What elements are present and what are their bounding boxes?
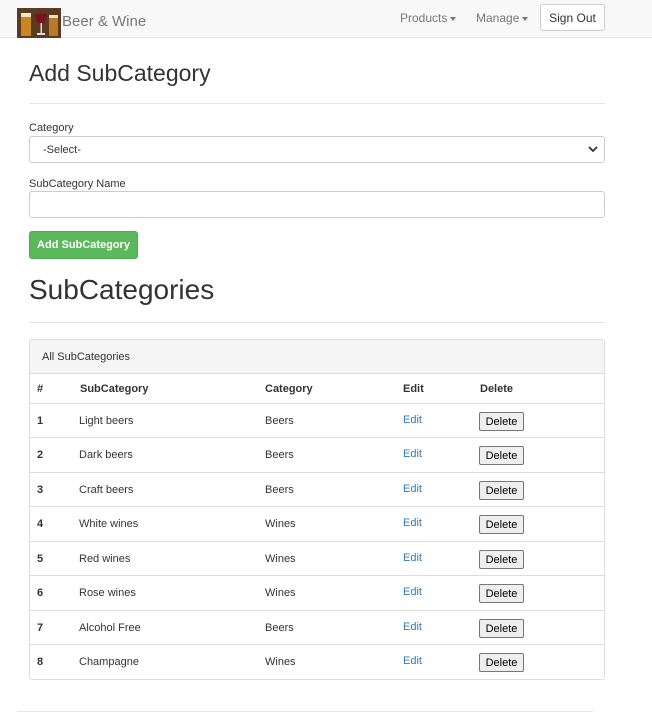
brand-name[interactable]: Beer & Wine: [62, 13, 146, 30]
subcategory-name-input[interactable]: [29, 191, 605, 218]
row-subcategory: Dark beers: [79, 449, 133, 461]
column-header-edit: Edit: [403, 383, 424, 395]
row-number: 3: [37, 484, 44, 496]
delete-button[interactable]: Delete: [479, 619, 524, 638]
delete-button[interactable]: Delete: [479, 653, 524, 672]
table-row: 2 Dark beers Beers Edit Delete: [30, 437, 604, 471]
caret-down-icon: [450, 16, 457, 21]
row-number: 7: [37, 622, 44, 634]
row-number: 6: [37, 587, 44, 599]
row-category: Beers: [265, 449, 294, 461]
nav-manage-dropdown[interactable]: Manage: [476, 11, 529, 25]
row-subcategory: Craft beers: [79, 484, 134, 496]
table-row: 8 Champagne Wines Edit Delete: [30, 644, 604, 678]
row-category: Wines: [265, 587, 296, 599]
row-category: Beers: [265, 415, 294, 427]
row-number: 1: [37, 415, 44, 427]
nav-products-label: Products: [400, 11, 448, 25]
row-subcategory: White wines: [79, 518, 139, 530]
subcategory-name-label: SubCategory Name: [29, 178, 126, 190]
table-row: 4 White wines Wines Edit Delete: [30, 506, 604, 540]
edit-link[interactable]: Edit: [403, 552, 422, 564]
nav-manage-label: Manage: [476, 11, 520, 25]
delete-button[interactable]: Delete: [479, 412, 524, 431]
edit-link[interactable]: Edit: [403, 517, 422, 529]
edit-link[interactable]: Edit: [403, 414, 422, 426]
delete-button[interactable]: Delete: [479, 515, 524, 534]
edit-link[interactable]: Edit: [403, 621, 422, 633]
delete-button[interactable]: Delete: [479, 550, 524, 569]
sign-out-button[interactable]: Sign Out: [540, 4, 605, 31]
page-title: Add SubCategory: [29, 60, 211, 86]
table-row: 7 Alcohol Free Beers Edit Delete: [30, 610, 604, 644]
add-subcategory-button[interactable]: Add SubCategory: [29, 231, 138, 259]
edit-link[interactable]: Edit: [403, 448, 422, 460]
edit-link[interactable]: Edit: [403, 586, 422, 598]
delete-button[interactable]: Delete: [479, 481, 524, 500]
category-select[interactable]: -Select-: [29, 136, 605, 163]
column-header-delete: Delete: [480, 383, 514, 395]
row-category: Wines: [265, 518, 296, 530]
beer-wine-logo-icon[interactable]: [17, 8, 61, 38]
table-row: 1 Light beers Beers Edit Delete: [30, 403, 604, 437]
nav-products-dropdown[interactable]: Products: [400, 11, 457, 25]
column-header-category: Category: [265, 383, 313, 395]
category-select-value: -Select-: [43, 144, 81, 156]
divider: [29, 322, 605, 323]
subcategories-panel: All SubCategories # SubCategory Category…: [29, 339, 605, 680]
panel-heading-text: All SubCategories: [42, 351, 131, 363]
caret-down-icon: [522, 16, 529, 21]
row-category: Wines: [265, 656, 296, 668]
delete-button[interactable]: Delete: [479, 584, 524, 603]
row-subcategory: Red wines: [79, 553, 131, 565]
edit-link[interactable]: Edit: [403, 655, 422, 667]
row-category: Beers: [265, 484, 294, 496]
row-subcategory: Light beers: [79, 415, 134, 427]
chevron-down-icon: [588, 146, 598, 153]
row-number: 8: [37, 656, 44, 668]
column-header-number: #: [37, 383, 44, 395]
category-label: Category: [29, 122, 74, 134]
delete-button[interactable]: Delete: [479, 446, 524, 465]
row-category: Wines: [265, 553, 296, 565]
row-subcategory: Alcohol Free: [79, 622, 141, 634]
row-subcategory: Rose wines: [79, 587, 136, 599]
panel-heading: All SubCategories: [30, 340, 604, 374]
row-category: Beers: [265, 622, 294, 634]
row-subcategory: Champagne: [79, 656, 139, 668]
table-row: 3 Craft beers Beers Edit Delete: [30, 472, 604, 506]
divider: [29, 103, 605, 104]
column-header-subcategory: SubCategory: [80, 383, 149, 395]
table-row: 6 Rose wines Wines Edit Delete: [30, 575, 604, 609]
row-number: 2: [37, 449, 44, 461]
section-title: SubCategories: [29, 274, 215, 305]
table-row: 5 Red wines Wines Edit Delete: [30, 541, 604, 575]
navbar: Beer & Wine Products Manage Sign Out: [0, 0, 652, 38]
row-number: 4: [37, 518, 44, 530]
edit-link[interactable]: Edit: [403, 483, 422, 495]
footer-divider: [17, 711, 593, 712]
row-number: 5: [37, 553, 44, 565]
